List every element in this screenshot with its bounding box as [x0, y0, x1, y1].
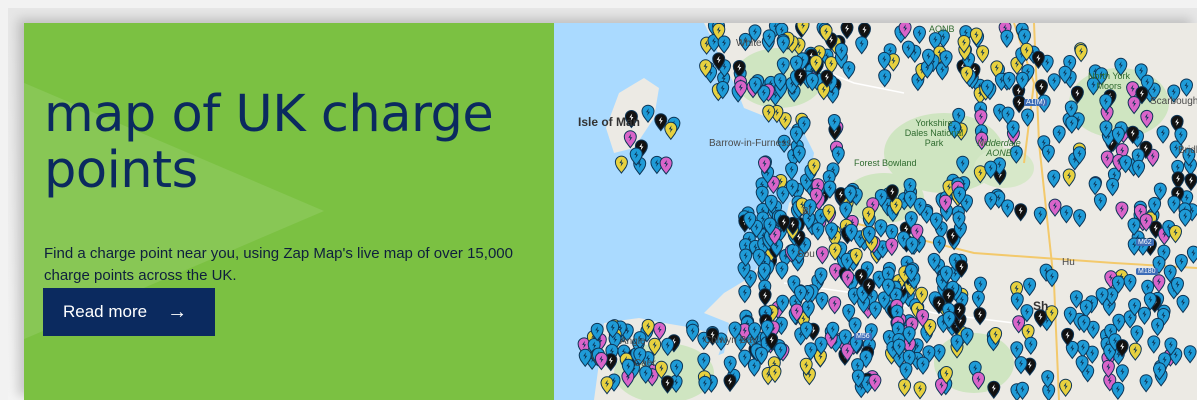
road-badge-m180: M180	[1136, 268, 1158, 275]
charge-point-marker[interactable]	[664, 121, 678, 141]
map-label-soutport: Sou	[797, 249, 815, 260]
road-badge-m56: M56	[854, 333, 872, 340]
map-label-isle-of-man: Isle of Man	[578, 115, 641, 129]
charge-point-marker[interactable]	[614, 155, 628, 174]
map-label-bridlington: Bridl	[1178, 145, 1197, 156]
promo-card: map of UK charge points Find a charge po…	[24, 23, 1197, 400]
map-label-forest-bowland: Forest Bowland	[854, 158, 917, 168]
promo-description: Find a charge point near you, using Zap …	[44, 245, 513, 284]
promo-panel: map of UK charge points Find a charge po…	[24, 23, 554, 400]
map-label-sheffield: Sh	[1033, 299, 1049, 313]
map-label-north-york-moors: North York Moors	[1087, 71, 1131, 91]
map-label-whitehaven: White	[736, 38, 762, 49]
arrow-right-icon: →	[167, 301, 188, 323]
map-label-caernarfon: Caer	[634, 358, 656, 369]
map-label-scarborough: Scarbough	[1150, 96, 1197, 107]
read-more-button[interactable]: Read more →	[43, 288, 215, 336]
map-label-bl: Bl	[802, 206, 811, 217]
road-badge-a1m: A1(M)	[1024, 99, 1048, 106]
map-label-aonb: AONB	[929, 24, 955, 34]
charge-point-map[interactable]: Isle of Man Barrow-in-Furness Forest Bow…	[554, 23, 1197, 400]
charge-point-marker[interactable]	[659, 156, 673, 175]
map-label-barrow: Barrow-in-Furness	[709, 138, 792, 149]
charge-point-marker[interactable]	[785, 162, 799, 181]
map-label-nidderdale: Nidderdale AONB	[977, 138, 1021, 158]
map-label-yorkshire-dales: Yorkshire Dales National Park	[904, 118, 964, 148]
road-badge-m62: M62	[1136, 239, 1154, 246]
map-label-hull: Hu	[1062, 257, 1075, 268]
decorative-chevron	[24, 23, 324, 399]
page-title: map of UK charge points	[44, 85, 494, 200]
map-label-anglesey: Angle	[620, 336, 646, 347]
read-more-label: Read more	[63, 302, 148, 321]
map-label-colwyn-bay: Colwyn Bay	[704, 335, 757, 346]
